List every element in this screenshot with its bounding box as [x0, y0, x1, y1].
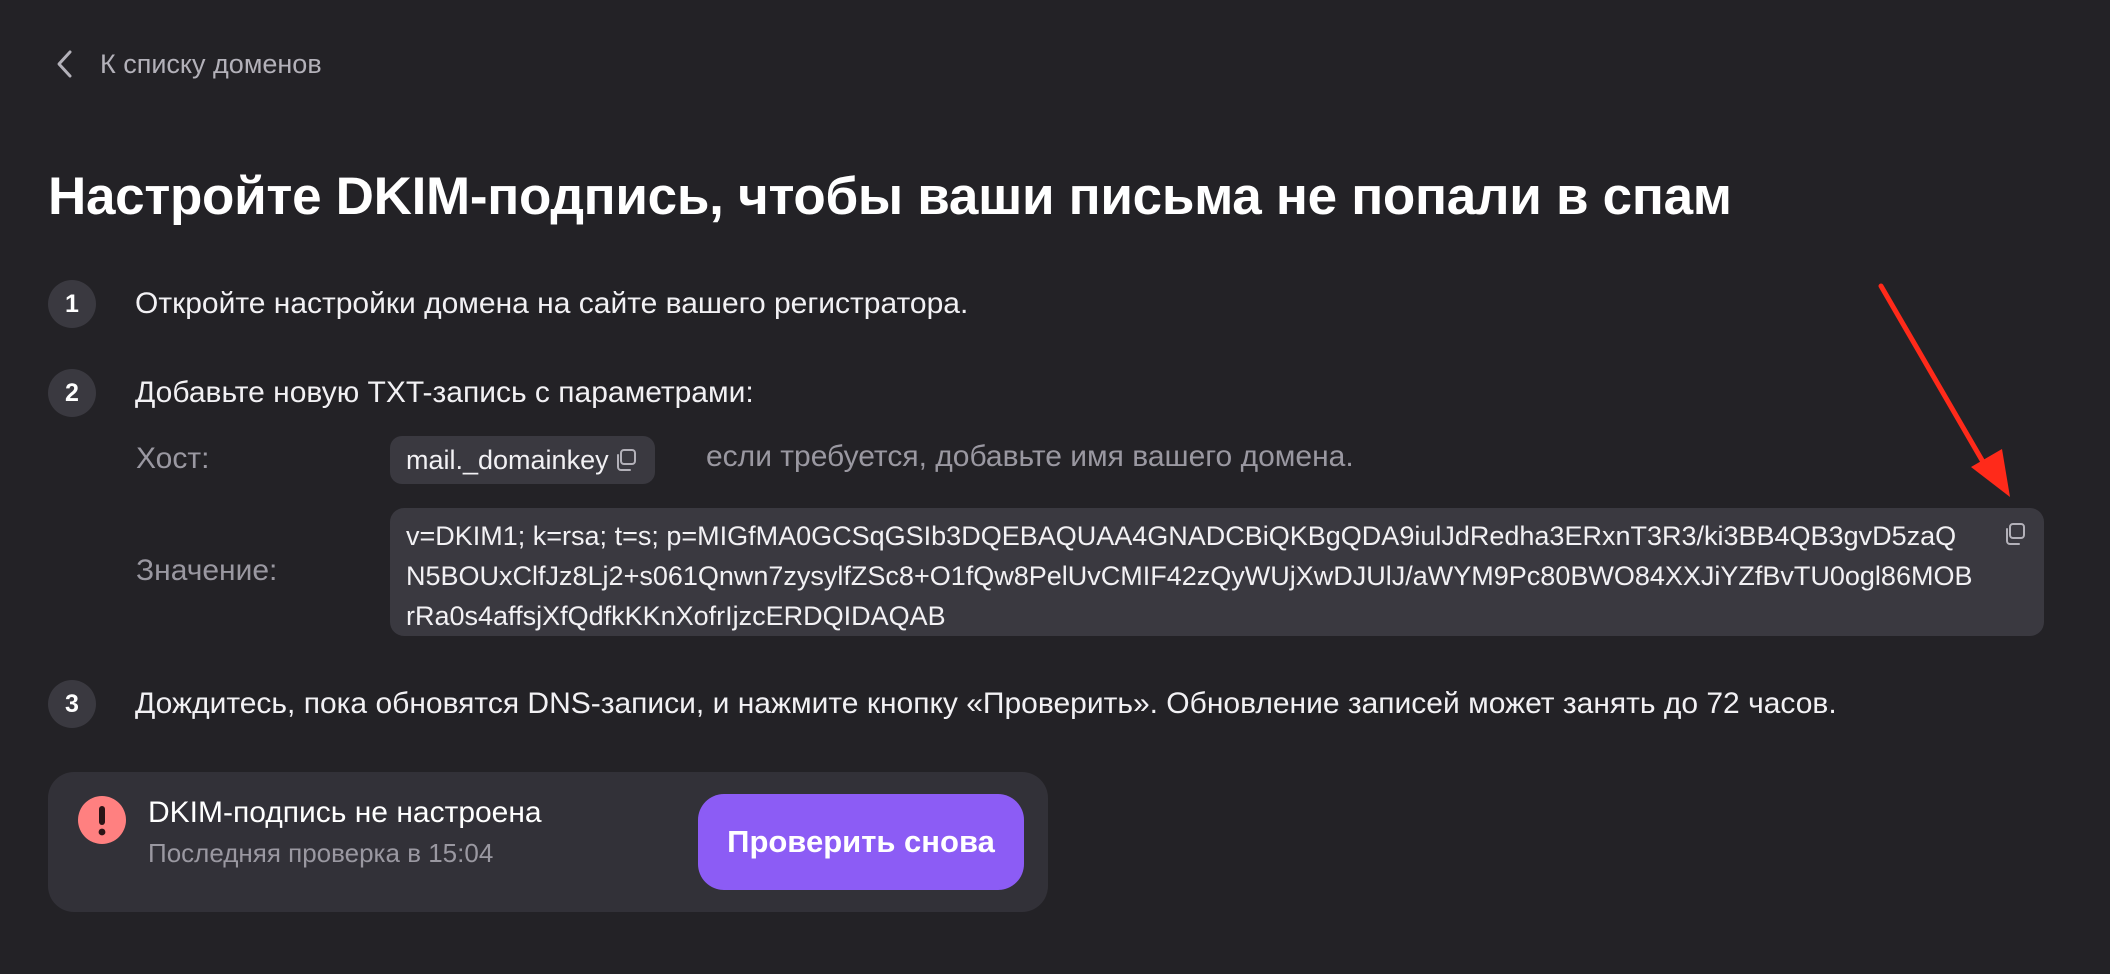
chevron-left-icon	[57, 50, 72, 78]
host-value-chip[interactable]: mail._domainkey	[390, 436, 655, 484]
step-text: Откройте настройки домена на сайте вашег…	[135, 287, 969, 320]
step-1: 1 Откройте настройки домена на сайте ваш…	[48, 279, 968, 329]
dkim-value: v=DKIM1; k=rsa; t=s; p=MIGfMA0GCSqGSIb3D…	[406, 521, 1973, 631]
step-number: 2	[48, 369, 96, 417]
step-3: 3 Дождитесь, пока обновятся DNS-записи, …	[48, 679, 1837, 729]
step-number: 3	[48, 680, 96, 728]
step-text: Дождитесь, пока обновятся DNS-записи, и …	[135, 687, 1837, 720]
annotation-arrow-icon	[1878, 283, 2010, 497]
step-2: 2 Добавьте новую TXT-запись с параметрам…	[48, 368, 754, 418]
back-link-label: К списку доменов	[100, 48, 322, 79]
dkim-value-field[interactable]: v=DKIM1; k=rsa; t=s; p=MIGfMA0GCSqGSIb3D…	[390, 508, 2044, 636]
copy-icon[interactable]	[2002, 521, 2028, 547]
page-title: Настройте DKIM-подпись, чтобы ваши письм…	[48, 167, 1732, 226]
exclamation-circle-icon	[78, 796, 126, 844]
host-hint: если требуется, добавьте имя вашего доме…	[706, 440, 1354, 473]
status-title: DKIM-подпись не настроена	[148, 796, 542, 829]
copy-icon[interactable]	[613, 447, 639, 473]
check-again-button[interactable]: Проверить снова	[698, 794, 1024, 890]
dkim-status-card: DKIM-подпись не настроена Последняя пров…	[48, 772, 1048, 912]
value-label: Значение:	[136, 554, 278, 587]
host-value: mail._domainkey	[406, 444, 609, 475]
last-check-time: Последняя проверка в 15:04	[148, 838, 494, 868]
step-text: Добавьте новую TXT-запись с параметрами:	[135, 376, 754, 409]
host-label: Хост:	[136, 442, 210, 475]
back-to-domains-link[interactable]: К списку доменов	[54, 44, 322, 84]
step-number: 1	[48, 280, 96, 328]
